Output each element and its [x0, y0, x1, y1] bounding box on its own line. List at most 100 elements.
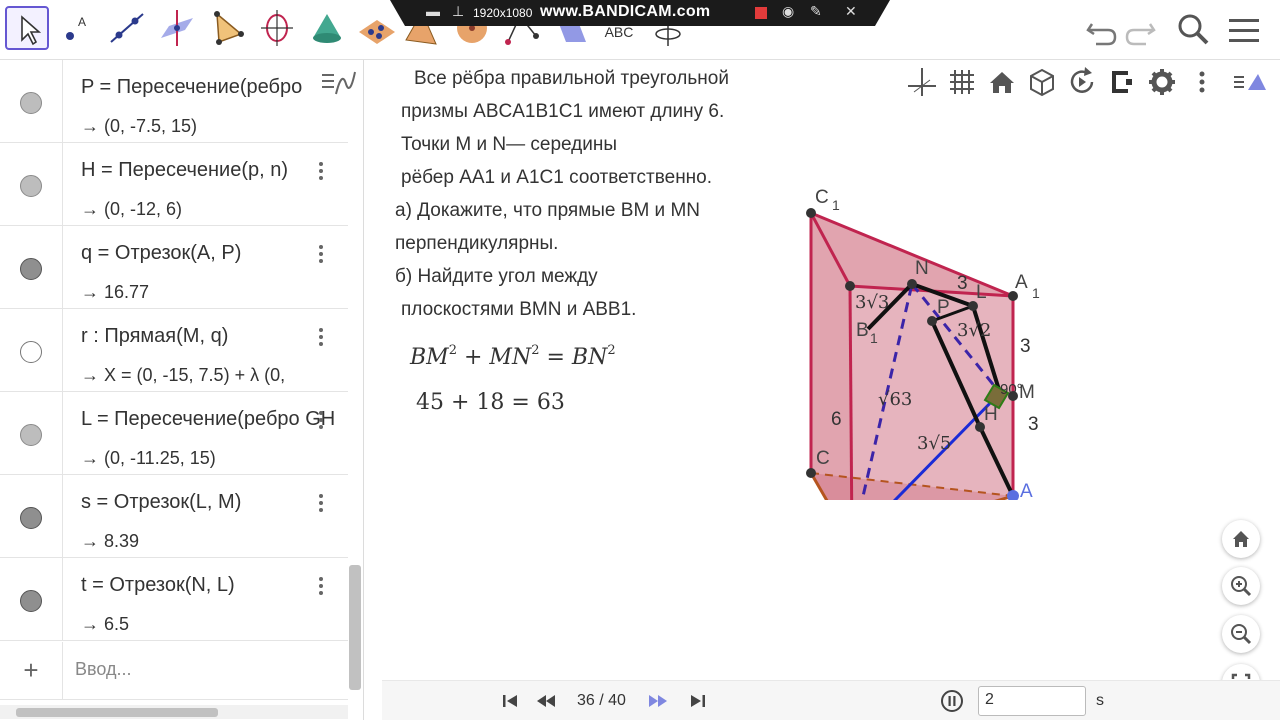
algebra-style-button[interactable] — [318, 66, 358, 102]
row-menu-icon[interactable] — [316, 493, 326, 513]
zoom-in-button[interactable] — [1222, 567, 1260, 605]
object-definition[interactable]: s = Отрезок(L, M) — [81, 491, 343, 514]
visibility-toggle[interactable] — [0, 60, 63, 143]
undo-icon — [1086, 23, 1117, 46]
home-icon — [990, 72, 1014, 93]
move-tool-button[interactable] — [5, 6, 49, 50]
zoom-out-button[interactable] — [1222, 615, 1260, 653]
vertical-scrollbar[interactable] — [349, 565, 361, 690]
home-icon — [1233, 531, 1249, 547]
label-p: P — [937, 297, 950, 318]
line-tool-button[interactable] — [105, 6, 149, 50]
perpendicular-line-tool-button[interactable] — [155, 6, 199, 50]
polygon-tool-button[interactable] — [205, 6, 249, 50]
recorder-resolution: 1920x1080 — [473, 6, 533, 20]
slide-counter: 36 / 40 — [577, 692, 626, 709]
circle-tool-button[interactable] — [255, 6, 299, 50]
standard-view-button[interactable] — [982, 62, 1022, 102]
formula-term: BM — [410, 345, 449, 370]
algebra-row[interactable]: s = Отрезок(L, M) → 8.39 — [0, 475, 348, 558]
vertex-n[interactable] — [907, 279, 917, 289]
row-menu-icon[interactable] — [316, 244, 326, 264]
next-slide-icon[interactable] — [646, 689, 670, 713]
algebra-row[interactable]: r : Прямая(M, q) → X = (0, -15, 7.5) + λ… — [0, 309, 348, 392]
cone-tool-button[interactable] — [305, 6, 349, 50]
object-definition[interactable]: P = Пересечение(ребро — [81, 76, 343, 99]
task-line: плоскостями BMN и ABB1. — [401, 299, 637, 320]
row-menu-icon[interactable] — [316, 410, 326, 430]
line-icon — [110, 13, 144, 43]
label-c1-sub: 1 — [832, 197, 840, 213]
pause-icon[interactable] — [940, 689, 964, 713]
row-menu-icon[interactable] — [316, 161, 326, 181]
task-line: Все рёбра правильной треугольной — [414, 68, 729, 89]
row-menu-icon[interactable] — [316, 327, 326, 347]
search-button[interactable] — [1174, 10, 1214, 55]
prism-figure[interactable]: C 1 N A 1 B 1 P L M H C A B 3 3 3 6 6 90… — [782, 180, 1082, 500]
row-menu-icon[interactable] — [316, 576, 326, 596]
axes-toggle-button[interactable] — [902, 62, 942, 102]
formula-term: BN — [571, 345, 608, 370]
intersect-tool-button[interactable] — [355, 6, 399, 50]
pin-icon: ⊥ — [452, 3, 465, 19]
main-menu-button[interactable] — [1226, 10, 1262, 55]
visibility-toggle[interactable] — [0, 392, 63, 475]
object-definition[interactable]: H = Пересечение(p, n) — [81, 159, 343, 182]
settings-button[interactable] — [1142, 62, 1182, 102]
vertex-b1[interactable] — [845, 281, 855, 291]
more-options-button[interactable] — [1182, 62, 1222, 102]
triangle-icon — [214, 11, 244, 45]
record-indicator-icon — [755, 7, 767, 19]
svg-text:A: A — [78, 15, 86, 29]
redo-button[interactable] — [1124, 10, 1158, 55]
vertex-c[interactable] — [806, 468, 816, 478]
label-n: N — [915, 258, 929, 279]
edge-b-b1 — [848, 285, 854, 500]
previous-slide-icon[interactable] — [534, 689, 558, 713]
view-direction-button[interactable] — [1022, 62, 1062, 102]
visibility-toggle[interactable] — [0, 309, 63, 392]
clipping-button[interactable] — [1102, 62, 1142, 102]
home-view-button[interactable] — [1222, 520, 1260, 558]
add-object-icon[interactable]: + — [0, 642, 63, 700]
object-definition[interactable]: r : Прямая(M, q) — [81, 325, 343, 348]
vertex-c1[interactable] — [806, 208, 816, 218]
rotate-icon — [1070, 67, 1094, 93]
grid-toggle-button[interactable] — [942, 62, 982, 102]
algebra-row[interactable]: L = Пересечение(ребро GH → (0, -11.25, 1… — [0, 392, 348, 475]
auto-rotate-button[interactable] — [1062, 62, 1102, 102]
length-nl: 3 — [957, 273, 968, 294]
algebra-row[interactable]: q = Отрезок(A, P) → 16.77 — [0, 226, 348, 309]
graphics-style-toggle-button[interactable] — [1230, 62, 1270, 102]
horizontal-scrollbar[interactable] — [16, 708, 218, 717]
visibility-toggle[interactable] — [0, 143, 63, 226]
algebra-row[interactable]: H = Пересечение(p, n) → (0, -12, 6) — [0, 143, 348, 226]
cone-icon — [313, 14, 341, 43]
horizontal-scrollbar-track[interactable] — [0, 705, 348, 719]
last-slide-icon[interactable] — [686, 689, 710, 713]
algebra-input-field[interactable]: Ввод... — [75, 659, 132, 680]
point-tool-button[interactable]: A — [55, 6, 99, 50]
object-value: → (0, -12, 6) — [81, 199, 183, 219]
vertex-p[interactable] — [927, 316, 937, 326]
recorder-brand: www.BANDICAM.com — [540, 3, 711, 20]
object-definition[interactable]: q = Отрезок(A, P) — [81, 242, 343, 265]
visibility-toggle[interactable] — [0, 475, 63, 558]
object-value: → (0, -11.25, 15) — [81, 448, 216, 468]
task-line: а) Докажите, что прямые BM и MN — [395, 200, 701, 221]
undo-button[interactable] — [1084, 10, 1118, 55]
speed-unit-label: s — [1096, 692, 1104, 709]
graphics-style-bar — [902, 62, 1272, 102]
clipping-icon — [1112, 71, 1132, 93]
algebra-row[interactable]: P = Пересечение(ребро → (0, -7.5, 15) — [0, 60, 348, 143]
object-definition[interactable]: L = Пересечение(ребро GH — [81, 408, 343, 431]
object-definition[interactable]: t = Отрезок(N, L) — [81, 574, 343, 597]
algebra-input-row[interactable]: + Ввод... — [0, 642, 348, 700]
visibility-toggle[interactable] — [0, 226, 63, 309]
graphics-view[interactable]: Все рёбра правильной треугольной призмы … — [382, 60, 1280, 720]
visibility-toggle[interactable] — [0, 558, 63, 641]
speed-input[interactable]: 2 — [978, 686, 1086, 716]
first-slide-icon[interactable] — [498, 689, 522, 713]
algebra-row[interactable]: t = Отрезок(N, L) → 6.5 — [0, 558, 348, 641]
task-line: рёбер AA1 и A1C1 соответственно. — [401, 167, 713, 188]
